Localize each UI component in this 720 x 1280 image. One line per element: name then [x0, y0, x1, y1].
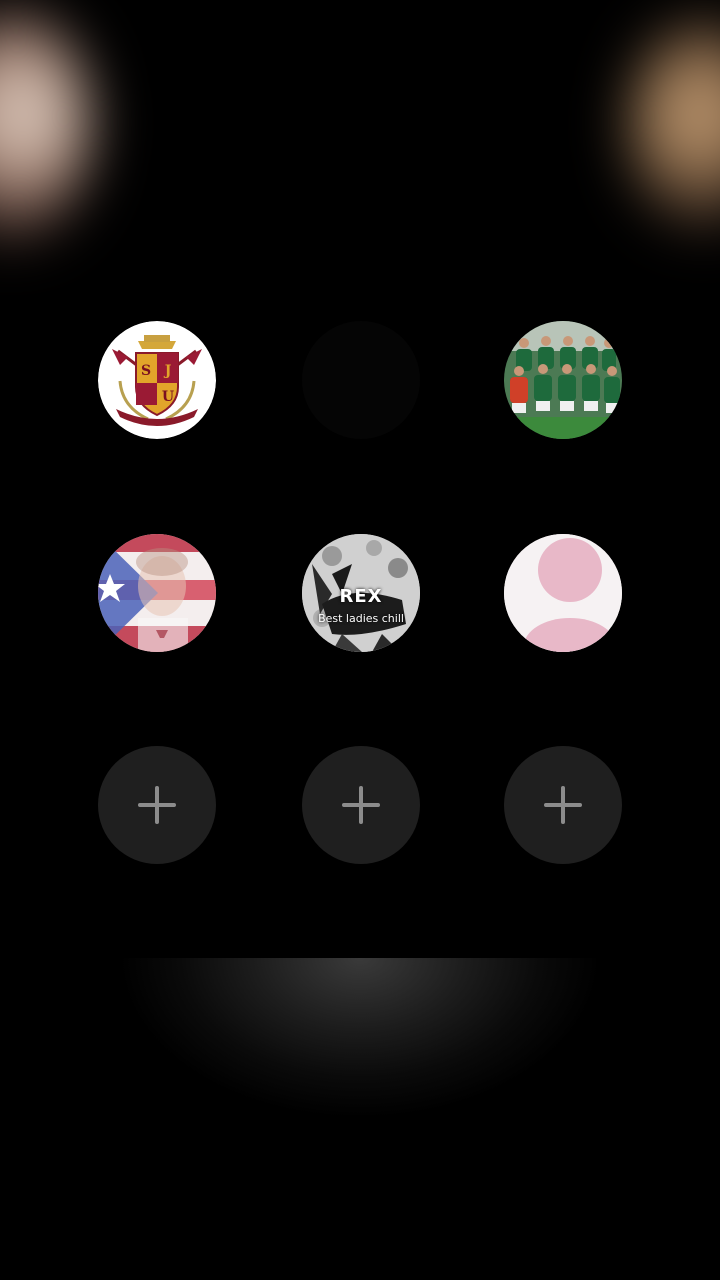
- plus-icon: [342, 786, 380, 824]
- blurred-video-right: [630, 20, 720, 230]
- add-button-2[interactable]: [302, 746, 420, 864]
- rex-subtitle: Best ladies chill: [318, 612, 404, 625]
- default-person-icon: [504, 534, 622, 652]
- screen: S J U REX Best ladies chill: [0, 0, 720, 1280]
- rex-title: REX: [339, 586, 383, 607]
- avatar-team-photo[interactable]: [504, 321, 622, 439]
- bottom-panel: [0, 958, 720, 1280]
- avatar-empty-slot: [302, 321, 420, 439]
- avatar-default-profile[interactable]: [504, 534, 622, 652]
- plus-icon: [544, 786, 582, 824]
- flag-portrait-icon: [98, 534, 216, 652]
- svg-text:S: S: [141, 363, 151, 379]
- crest-emblem-icon: S J U: [98, 321, 216, 439]
- team-photo-icon: [504, 321, 622, 439]
- avatar-crest[interactable]: S J U: [98, 321, 216, 439]
- add-button-3[interactable]: [504, 746, 622, 864]
- plus-icon: [138, 786, 176, 824]
- avatar-rex[interactable]: REX Best ladies chill: [302, 534, 420, 652]
- blurred-video-left: [0, 10, 90, 240]
- svg-text:J: J: [163, 363, 172, 379]
- svg-text:U: U: [162, 389, 174, 405]
- avatar-flag-portrait[interactable]: [98, 534, 216, 652]
- add-button-1[interactable]: [98, 746, 216, 864]
